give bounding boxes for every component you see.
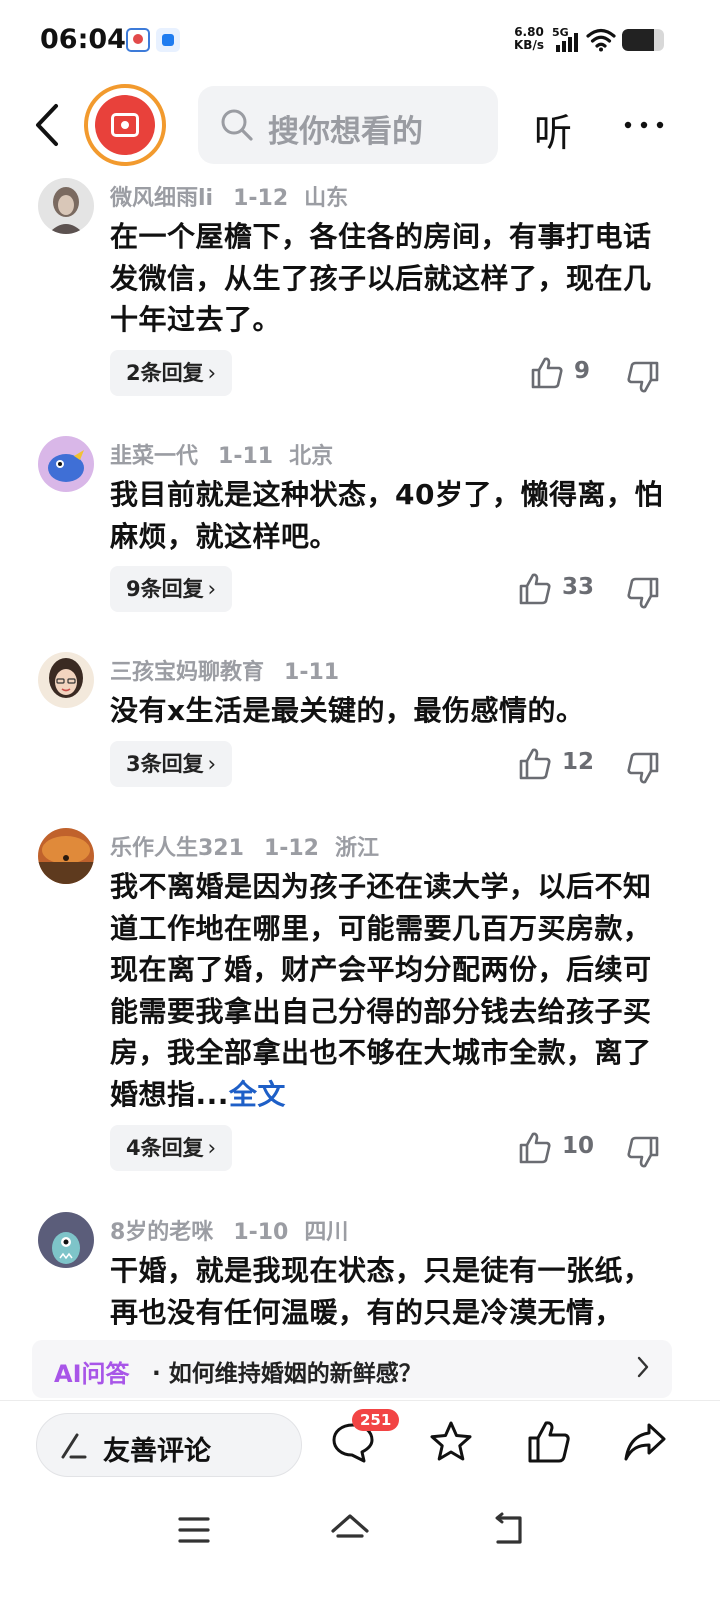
reply-count-button[interactable]: 4条回复 › [110, 1125, 233, 1171]
share-icon[interactable] [622, 1419, 668, 1465]
comment-body: 我不离婚是因为孩子还在读大学，以后不知道工作地在哪里，可能需要几百万买房款，现在… [110, 870, 652, 1111]
thumbs-up-icon [519, 573, 551, 605]
reply-count-label: 4条回复 [126, 1136, 204, 1160]
comment-meta: 乐作人生321 1-12 浙江 [110, 830, 395, 862]
comment-text[interactable]: 我目前就是这种状态，40岁了，懒得离，怕麻烦，就这样吧。 [110, 474, 670, 557]
comment-location: 山东 [304, 186, 349, 211]
comment-meta: 韭菜一代 1-11 北京 [110, 438, 349, 470]
menu-icon[interactable] [174, 1510, 214, 1550]
pen-icon [61, 1433, 87, 1459]
user-avatar[interactable] [38, 436, 94, 492]
thumbs-down-icon[interactable] [626, 576, 660, 610]
search-box[interactable]: 搜你想看的 [198, 86, 498, 164]
comment-date: 1-12 [263, 836, 319, 861]
thumbs-down-icon[interactable] [626, 1135, 660, 1169]
baidu-app-notification-icon [126, 28, 150, 52]
ai-qa-label: AI问答 [54, 1360, 130, 1388]
ai-qa-bar[interactable]: AI问答 · 如何维持婚姻的新鲜感？ [32, 1340, 672, 1398]
thumbs-up-icon [519, 748, 551, 780]
home-icon[interactable] [330, 1510, 370, 1550]
thumbs-down-icon[interactable] [626, 360, 660, 394]
reply-count-button[interactable]: 3条回复 › [110, 741, 233, 787]
chevron-right-icon: › [207, 577, 217, 601]
thumbs-up-icon [531, 357, 563, 389]
logo-dot-shape [121, 121, 129, 129]
bottom-action-bar: 友善评论 251 [0, 1400, 720, 1486]
signal-strength-icon [556, 33, 578, 52]
comment-date: 1-10 [233, 1220, 289, 1245]
like-count: 33 [562, 574, 595, 600]
thumbs-up-icon [519, 1132, 551, 1164]
search-placeholder: 搜你想看的 [268, 114, 423, 150]
thumbs-down-icon[interactable] [626, 751, 660, 785]
listen-button[interactable]: 听 [534, 102, 572, 157]
reply-count-label: 9条回复 [126, 577, 204, 601]
battery-icon [622, 29, 664, 51]
comment-text[interactable]: 在一个屋檐下，各住各的房间，有事打电话发微信，从生了孩子以后就这样了，现在几十年… [110, 216, 670, 341]
reply-count-button[interactable]: 2条回复 › [110, 350, 233, 396]
comment-location: 北京 [289, 444, 334, 469]
channel-logo[interactable] [84, 84, 166, 166]
wifi-icon [586, 28, 616, 52]
like-count: 10 [562, 1133, 595, 1159]
comment-body: 在一个屋檐下，各住各的房间，有事打电话发微信，从生了孩子以后就这样了，现在几十年… [110, 220, 652, 336]
chevron-right-icon: › [207, 361, 217, 385]
comment-input-label: 友善评论 [103, 1436, 211, 1467]
comment-body: 我目前就是这种状态，40岁了，懒得离，怕麻烦，就这样吧。 [110, 478, 663, 553]
network-speed: 6.80 KB/s [510, 26, 548, 52]
channel-logo-inner [95, 95, 155, 155]
thumbs-up-icon[interactable] [526, 1419, 572, 1465]
comment-text[interactable]: 没有x生活是最关键的，最伤感情的。 [110, 690, 670, 732]
app-notification-icon [156, 28, 180, 52]
comment-username[interactable]: 三孩宝妈聊教育 [110, 660, 264, 685]
search-icon [221, 109, 253, 141]
user-avatar[interactable] [38, 652, 94, 708]
star-icon[interactable] [428, 1419, 474, 1465]
comment-text[interactable]: 干婚，就是我现在状态，只是徒有一张纸，再也没有任何温暖，有的只是冷漠无情， [110, 1250, 670, 1333]
comment-username[interactable]: 韭菜一代 [110, 444, 198, 469]
comment-username[interactable]: 乐作人生321 [110, 836, 244, 861]
status-time: 06:04 [40, 24, 126, 55]
comment-text[interactable]: 我不离婚是因为孩子还在读大学，以后不知道工作地在哪里，可能需要几百万买房款，现在… [110, 866, 670, 1115]
comment-body: 没有x生活是最关键的，最伤感情的。 [110, 694, 585, 727]
chevron-right-icon: › [207, 1136, 217, 1160]
reply-count-button[interactable]: 9条回复 › [110, 566, 233, 612]
status-bar: 06:04 6.80 KB/s 5G [0, 0, 720, 80]
comment-meta: 三孩宝妈聊教育 1-11 [110, 654, 355, 686]
chevron-right-icon: › [207, 752, 217, 776]
app-screen: 06:04 6.80 KB/s 5G 搜你想看的 听 微风细雨li 1-12 山… [0, 0, 720, 1608]
network-speed-unit: KB/s [514, 38, 544, 52]
comment-username[interactable]: 微风细雨li [110, 186, 213, 211]
comment-body: 干婚，就是我现在状态，只是徒有一张纸，再也没有任何温暖，有的只是冷漠无情， [110, 1254, 652, 1329]
comment-input[interactable]: 友善评论 [36, 1413, 302, 1477]
ai-qa-separator: · [152, 1361, 161, 1387]
back-nav-icon[interactable] [488, 1510, 528, 1550]
comment-location: 四川 [304, 1220, 349, 1245]
comment-meta: 微风细雨li 1-12 山东 [110, 180, 364, 212]
comment-location: 浙江 [335, 836, 380, 861]
user-avatar[interactable] [38, 1212, 94, 1268]
system-navigation-bar [0, 1486, 720, 1608]
like-count: 9 [574, 358, 591, 384]
comment-date: 1-11 [218, 444, 274, 469]
full-text-link[interactable]: 全文 [229, 1078, 286, 1111]
more-options-icon[interactable] [622, 110, 666, 140]
comment-date: 1-11 [284, 660, 340, 685]
reply-count-label: 3条回复 [126, 752, 204, 776]
chevron-right-icon [637, 1356, 649, 1378]
user-avatar[interactable] [38, 828, 94, 884]
comment-meta: 8岁的老咪 1-10 四川 [110, 1214, 364, 1246]
like-count: 12 [562, 749, 595, 775]
battery-level-fill [622, 29, 654, 51]
comment-date: 1-12 [233, 186, 289, 211]
user-avatar[interactable] [38, 178, 94, 234]
back-button[interactable] [28, 100, 68, 150]
ai-qa-question: · 如何维持婚姻的新鲜感？ [152, 1354, 422, 1388]
comment-username[interactable]: 8岁的老咪 [110, 1220, 213, 1245]
ai-qa-question-text: 如何维持婚姻的新鲜感？ [168, 1361, 422, 1387]
reply-count-label: 2条回复 [126, 361, 204, 385]
comment-count-badge: 251 [352, 1409, 400, 1431]
